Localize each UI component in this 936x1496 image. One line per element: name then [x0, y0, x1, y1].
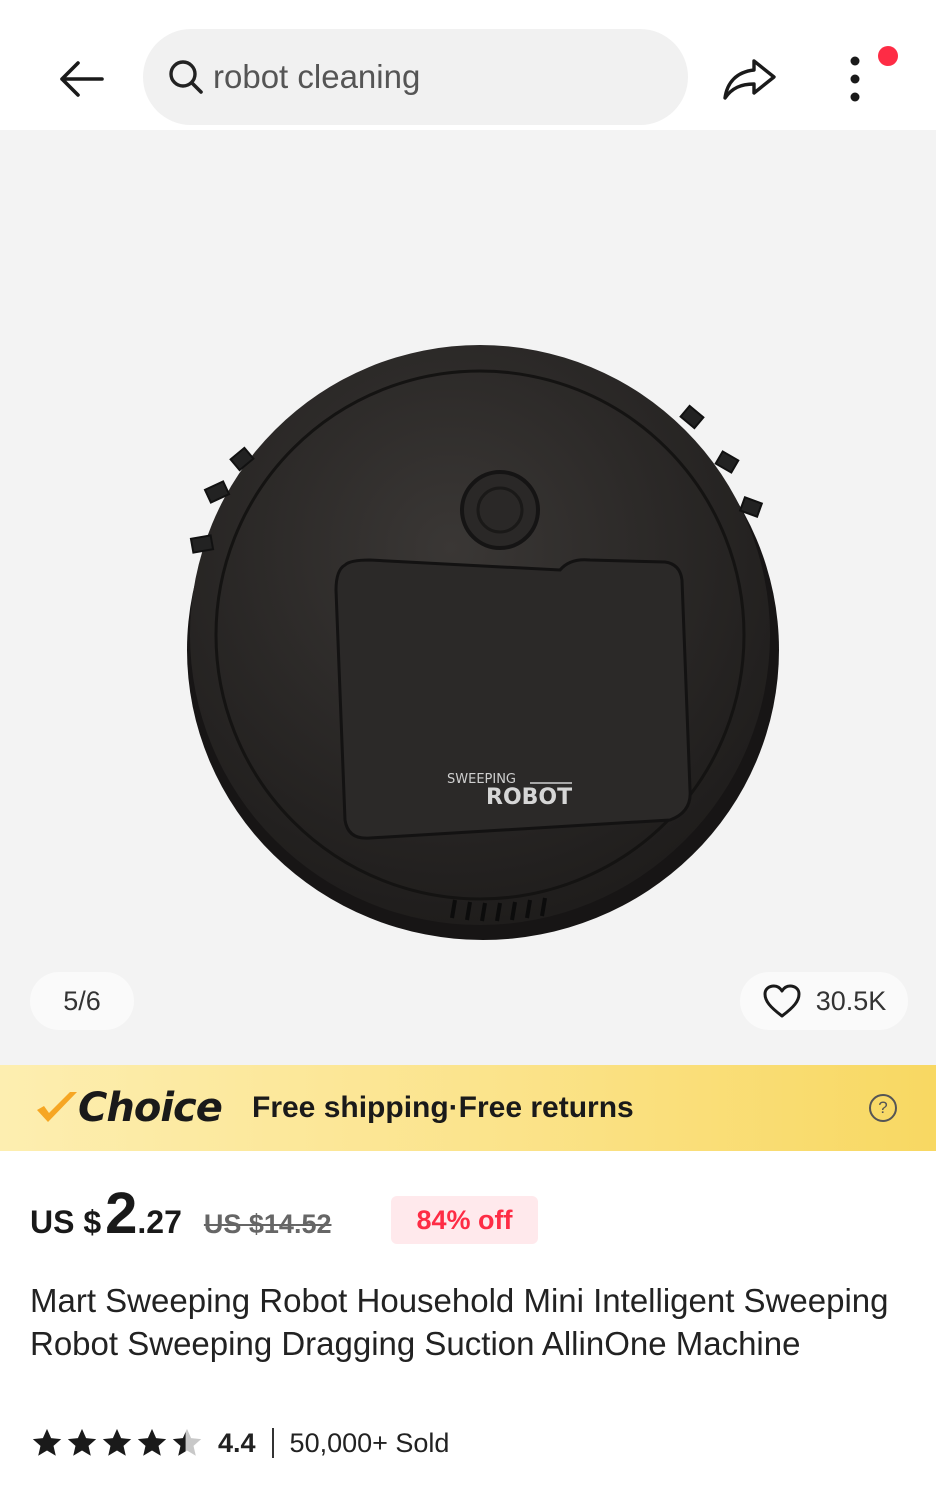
- sold-count: 50,000+ Sold: [289, 1427, 450, 1458]
- wishlist-button[interactable]: 30.5K: [740, 972, 908, 1030]
- help-icon[interactable]: ?: [869, 1094, 897, 1122]
- heart-icon: [763, 984, 801, 1018]
- price-integer: 2: [105, 1181, 138, 1246]
- back-arrow-icon: [60, 61, 104, 97]
- product-image: SWEEPING ROBOT: [187, 345, 779, 940]
- notification-dot: [878, 46, 898, 66]
- search-icon: [167, 58, 205, 96]
- share-button[interactable]: [716, 46, 782, 112]
- search-bar[interactable]: robot cleaning: [143, 29, 688, 125]
- choice-banner[interactable]: Choice Free shipping·Free returns: [0, 1065, 936, 1151]
- top-bar: robot cleaning: [0, 0, 936, 130]
- original-price: US $14.52: [203, 1209, 332, 1239]
- likes-count: 30.5K: [815, 985, 887, 1016]
- checkmark-icon: [37, 1092, 77, 1122]
- rating-stars: [30, 1426, 204, 1460]
- discount-badge: 84% off: [391, 1196, 538, 1244]
- choice-logo: Choice: [34, 1083, 223, 1133]
- partial-star-icon: [172, 1428, 202, 1456]
- image-counter: 5/6: [30, 972, 134, 1030]
- star-icon: [137, 1428, 167, 1456]
- product-image-gallery[interactable]: SWEEPING ROBOT 5/6 30.5K: [0, 130, 936, 1065]
- choice-benefits-text: Free shipping·Free returns: [252, 1091, 634, 1124]
- search-query-text: robot cleaning: [213, 58, 421, 95]
- more-vertical-icon: [850, 56, 860, 102]
- product-title: Mart Sweeping Robot Household Mini Intel…: [30, 1282, 889, 1362]
- price-currency: US $: [30, 1204, 102, 1240]
- star-icon: [32, 1428, 62, 1456]
- share-icon: [723, 59, 776, 100]
- product-label-large: ROBOT: [486, 785, 572, 810]
- rating-value: 4.4: [218, 1427, 256, 1458]
- star-icon: [102, 1428, 132, 1456]
- divider: [271, 1428, 274, 1458]
- choice-brand-text: Choice: [78, 1085, 223, 1131]
- price-decimal: .27: [137, 1204, 182, 1240]
- star-icon: [67, 1428, 97, 1456]
- rating-row[interactable]: 4.4 50,000+ Sold: [30, 1425, 449, 1461]
- price-row: US $ 2 .27 US $14.52: [30, 1180, 332, 1246]
- more-options-button[interactable]: [830, 46, 880, 112]
- back-button[interactable]: [50, 48, 112, 110]
